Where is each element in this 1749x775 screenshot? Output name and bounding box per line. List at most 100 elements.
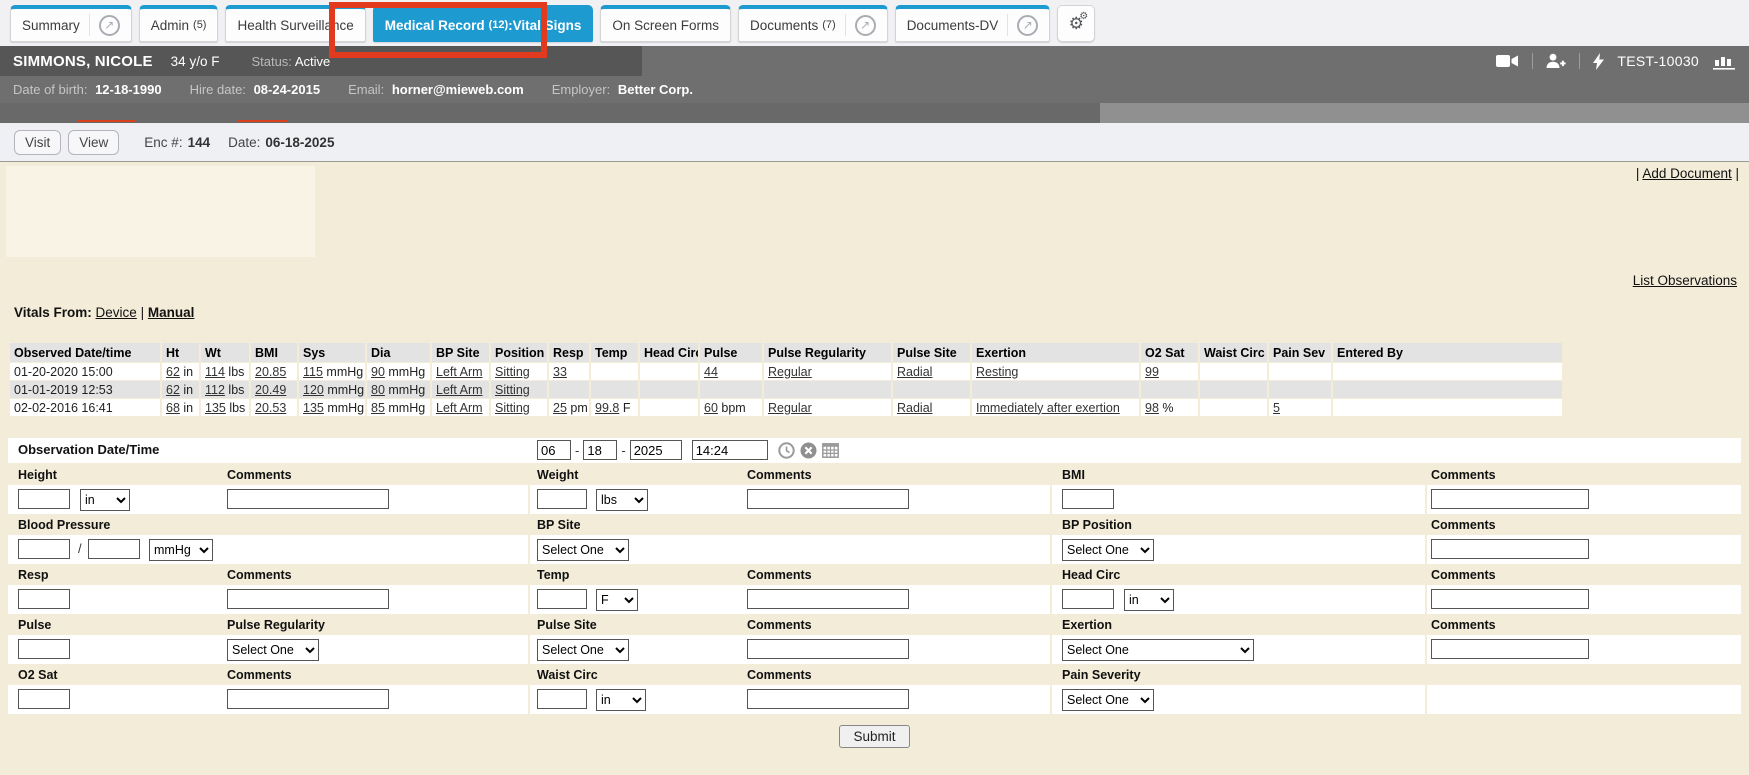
visit-button[interactable]: Visit — [14, 130, 61, 155]
obs-year-input[interactable] — [630, 440, 682, 460]
vital-link[interactable]: 135 — [205, 401, 226, 415]
clear-date-icon[interactable] — [800, 442, 817, 459]
o2-sat-comments-input[interactable] — [227, 689, 389, 709]
tab-documents-dv[interactable]: Documents-DV ↗ — [895, 5, 1051, 42]
unit: in — [180, 383, 193, 397]
tab-health-surveillance[interactable]: Health Surveillance — [225, 5, 365, 42]
vital-link[interactable]: 68 — [166, 401, 180, 415]
popout-icon[interactable]: ↗ — [855, 15, 876, 36]
bp-comments-input[interactable] — [1431, 539, 1589, 559]
weight-comments-input[interactable] — [747, 489, 909, 509]
list-observations-link[interactable]: List Observations — [1633, 273, 1737, 288]
vital-link[interactable]: 62 — [166, 365, 180, 379]
vital-link[interactable]: Resting — [976, 365, 1018, 379]
exertion-select[interactable]: Select One — [1062, 639, 1254, 661]
weight-input[interactable] — [537, 489, 587, 509]
vital-link[interactable]: 60 — [704, 401, 718, 415]
obs-time-input[interactable] — [692, 440, 768, 460]
popout-icon[interactable]: ↗ — [1017, 15, 1038, 36]
head-circ-unit-select[interactable]: in — [1124, 589, 1174, 611]
waist-circ-comments-input[interactable] — [747, 689, 909, 709]
obs-month-input[interactable] — [537, 440, 571, 460]
vital-link[interactable]: Regular — [768, 401, 812, 415]
vital-link[interactable]: 85 — [371, 401, 385, 415]
vital-link[interactable]: 20.49 — [255, 383, 286, 397]
exertion-comments-input[interactable] — [1431, 639, 1589, 659]
video-camera-icon[interactable] — [1496, 54, 1519, 68]
tab-documents[interactable]: Documents (7) ↗ — [738, 5, 888, 42]
submit-button[interactable]: Submit — [839, 725, 909, 748]
bar-chart-icon[interactable] — [1712, 53, 1736, 70]
resp-input[interactable] — [18, 589, 70, 609]
tab-admin[interactable]: Admin (5) — [139, 5, 219, 42]
bp-site-select[interactable]: Select One — [537, 539, 629, 561]
height-comments-input[interactable] — [227, 489, 389, 509]
pulse-comments-input[interactable] — [747, 639, 909, 659]
height-unit-select[interactable]: in — [80, 489, 130, 511]
vital-link[interactable]: Radial — [897, 401, 932, 415]
vital-link[interactable]: Left Arm — [436, 383, 483, 397]
settings-button[interactable]: ⚙ ⚙ — [1057, 5, 1095, 42]
vital-link[interactable]: Left Arm — [436, 401, 483, 415]
temp-comments-input[interactable] — [747, 589, 909, 609]
add-document-link[interactable]: Add Document — [1642, 166, 1731, 181]
tab-summary[interactable]: Summary ↗ — [10, 5, 132, 42]
vital-link[interactable]: Sitting — [495, 365, 530, 379]
vital-link[interactable]: 20.85 — [255, 365, 286, 379]
bp-unit-select[interactable]: mmHg — [149, 539, 213, 561]
vital-link[interactable]: Sitting — [495, 401, 530, 415]
head-circ-comments-input[interactable] — [1431, 589, 1589, 609]
vital-link[interactable]: Radial — [897, 365, 932, 379]
lightning-bolt-icon[interactable] — [1593, 53, 1604, 70]
pulse-site-select[interactable]: Select One — [537, 639, 629, 661]
divider — [1579, 53, 1580, 69]
calendar-icon[interactable] — [822, 442, 839, 458]
vital-link[interactable]: 115 — [303, 365, 323, 379]
bmi-comments-input[interactable] — [1431, 489, 1589, 509]
waist-circ-input[interactable] — [537, 689, 587, 709]
temp-unit-select[interactable]: F — [596, 589, 638, 611]
tab-on-screen-forms[interactable]: On Screen Forms — [600, 5, 731, 42]
person-add-icon[interactable] — [1546, 53, 1566, 69]
vital-link[interactable]: Left Arm — [436, 365, 483, 379]
device-link[interactable]: Device — [96, 305, 137, 320]
bp-systolic-input[interactable] — [18, 539, 70, 559]
pulse-regularity-select[interactable]: Select One — [227, 639, 319, 661]
vital-link[interactable]: Sitting — [495, 383, 530, 397]
pain-severity-select[interactable]: Select One — [1062, 689, 1154, 711]
bp-diastolic-input[interactable] — [88, 539, 140, 559]
height-input[interactable] — [18, 489, 70, 509]
vital-link[interactable]: Immediately after exertion — [976, 401, 1120, 415]
vital-link[interactable]: 114 — [205, 365, 225, 379]
vital-link[interactable]: 99 — [1145, 365, 1159, 379]
vital-link[interactable]: 112 — [205, 383, 225, 397]
o2-sat-input[interactable] — [18, 689, 70, 709]
obs-day-input[interactable] — [583, 440, 617, 460]
vital-link[interactable]: 80 — [371, 383, 385, 397]
bp-position-select[interactable]: Select One — [1062, 539, 1154, 561]
head-circ-input[interactable] — [1062, 589, 1114, 609]
clock-icon[interactable] — [778, 442, 795, 459]
vital-link[interactable]: 135 — [303, 401, 324, 415]
bmi-input[interactable] — [1062, 489, 1114, 509]
vital-link[interactable]: 25 — [553, 401, 567, 415]
vital-link[interactable]: 20.53 — [255, 401, 286, 415]
waist-circ-unit-select[interactable]: in — [596, 689, 646, 711]
resp-comments-input[interactable] — [227, 589, 389, 609]
vital-link[interactable]: 33 — [553, 365, 567, 379]
vital-link[interactable]: 99.8 — [595, 401, 619, 415]
manual-link[interactable]: Manual — [148, 305, 195, 320]
weight-unit-select[interactable]: lbs — [596, 489, 648, 511]
pulse-input[interactable] — [18, 639, 70, 659]
vital-link[interactable]: 98 — [1145, 401, 1159, 415]
vital-link[interactable]: Regular — [768, 365, 812, 379]
view-button[interactable]: View — [68, 130, 119, 155]
vital-link[interactable]: 120 — [303, 383, 324, 397]
vital-link[interactable]: 5 — [1273, 401, 1280, 415]
popout-icon[interactable]: ↗ — [99, 15, 120, 36]
vital-link[interactable]: 90 — [371, 365, 385, 379]
vital-link[interactable]: 44 — [704, 365, 718, 379]
tab-medical-record-vital-signs[interactable]: Medical Record (12) :Vital Signs — [373, 5, 594, 42]
temp-input[interactable] — [537, 589, 587, 609]
vital-link[interactable]: 62 — [166, 383, 180, 397]
